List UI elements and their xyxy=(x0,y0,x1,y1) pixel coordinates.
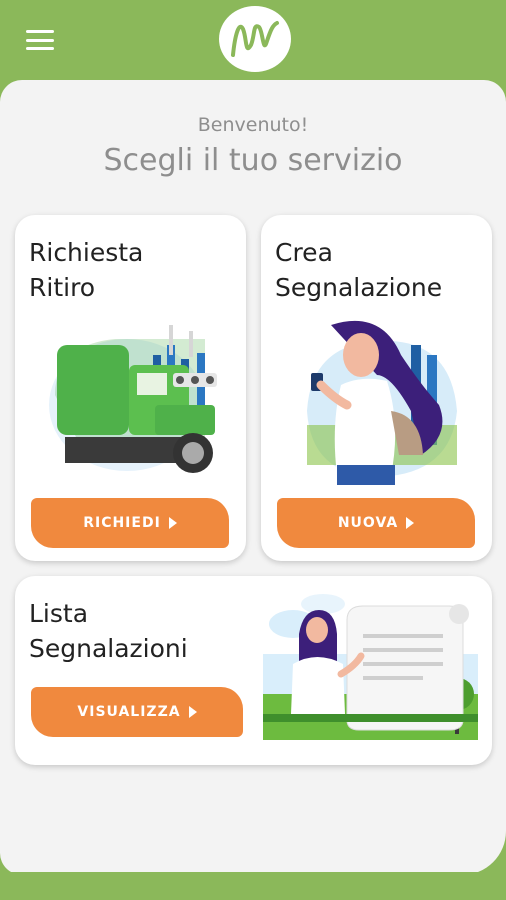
card-title: Lista Segnalazioni xyxy=(29,599,188,663)
play-arrow-icon xyxy=(168,517,177,529)
richiedi-button[interactable]: RICHIEDI xyxy=(31,498,229,548)
play-arrow-icon xyxy=(406,517,415,529)
page-title: Scegli il tuo servizio xyxy=(103,143,403,178)
card-crea-segnalazione[interactable]: Crea Segnalazione NUOVA xyxy=(261,215,492,561)
card-richiesta-ritiro[interactable]: Richiesta Ritiro RICHIEDI xyxy=(15,215,246,561)
hamburger-menu-icon[interactable] xyxy=(26,30,54,50)
woman-with-phone-illustration xyxy=(307,320,457,485)
greeting-text: Benvenuto! xyxy=(197,114,309,136)
card-title: Richiesta Ritiro xyxy=(29,238,144,302)
button-label: VISUALIZZA xyxy=(77,704,181,720)
play-arrow-icon xyxy=(188,706,197,718)
card-title: Crea Segnalazione xyxy=(275,238,443,302)
nuova-button[interactable]: NUOVA xyxy=(277,498,475,548)
garbage-truck-illustration xyxy=(49,325,217,473)
button-label: NUOVA xyxy=(337,515,399,531)
card-lista-segnalazioni[interactable]: Lista Segnalazioni VISUALIZZA xyxy=(15,576,492,765)
visualizza-button[interactable]: VISUALIZZA xyxy=(31,687,243,737)
app-header xyxy=(0,0,506,90)
app-logo-icon xyxy=(219,6,291,72)
bottom-bar xyxy=(0,872,506,900)
button-label: RICHIEDI xyxy=(83,515,161,531)
woman-reading-list-illustration xyxy=(263,594,478,740)
